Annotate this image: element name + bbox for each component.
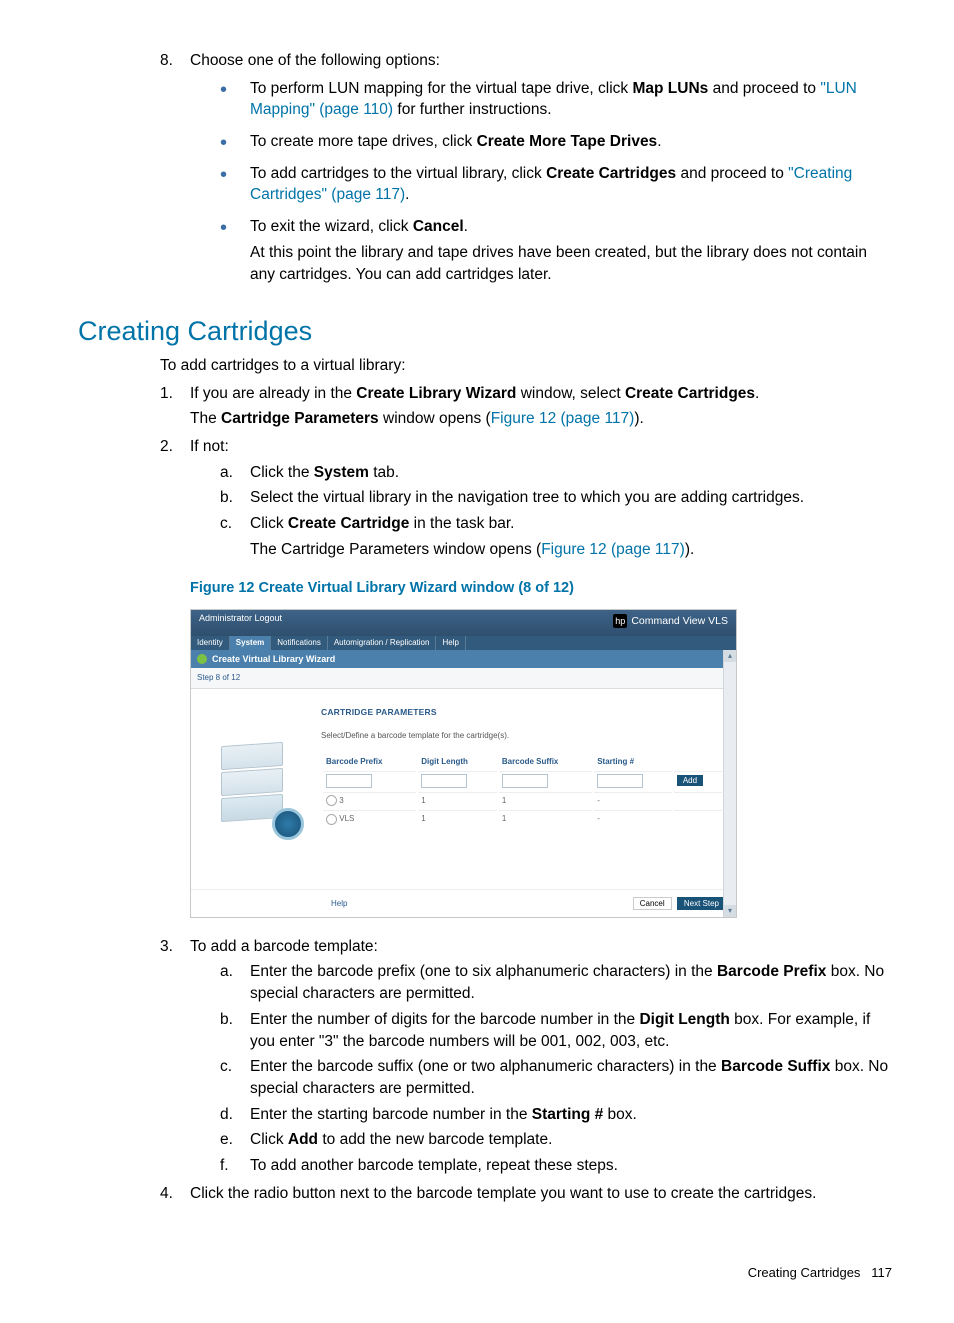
step-2c: c.Click Create Cartridge in the task bar… xyxy=(220,513,894,560)
shot-tabs: Identity System Notifications Automigrat… xyxy=(191,636,736,650)
link-figure-12a[interactable]: Figure 12 (page 117) xyxy=(491,410,635,427)
bullet-create-cartridges: To add cartridges to the virtual library… xyxy=(220,163,894,206)
cancel-button[interactable]: Cancel xyxy=(633,897,672,910)
step-2: 2. If not: a.Click the System tab. b.Sel… xyxy=(160,436,894,560)
link-figure-12b[interactable]: Figure 12 (page 117) xyxy=(541,541,685,558)
step-8: 8. Choose one of the following options: … xyxy=(160,50,894,285)
scroll-down-icon: ▾ xyxy=(724,905,736,917)
tab-system[interactable]: System xyxy=(230,636,271,650)
shot-logout[interactable]: Administrator Logout xyxy=(199,612,282,625)
step-2a: a.Click the System tab. xyxy=(220,462,894,484)
figure-caption: Figure 12 Create Virtual Library Wizard … xyxy=(190,578,894,598)
step-2c-sub: The Cartridge Parameters window opens (F… xyxy=(250,539,894,561)
scrollbar[interactable]: ▴▾ xyxy=(723,650,736,917)
col-suffix: Barcode Suffix xyxy=(499,754,592,769)
template-row-2: VLS 11- xyxy=(323,810,722,826)
wizard-step-label: Step 8 of 12 xyxy=(191,668,736,688)
barcode-suffix-input[interactable] xyxy=(502,774,548,788)
screenshot-figure: Administrator Logout hpCommand View VLS … xyxy=(190,609,737,918)
step-2b: b.Select the virtual library in the navi… xyxy=(220,487,894,509)
bullet-cancel: To exit the wizard, click Cancel. At thi… xyxy=(220,216,894,285)
input-row: Add xyxy=(323,771,722,790)
panel-desc: Select/Define a barcode template for the… xyxy=(321,730,724,741)
step-3a: a.Enter the barcode prefix (one to six a… xyxy=(220,961,894,1004)
step-3b: b.Enter the number of digits for the bar… xyxy=(220,1009,894,1052)
add-button[interactable]: Add xyxy=(677,775,703,786)
step-1: 1. If you are already in the Create Libr… xyxy=(160,383,894,430)
tab-automigration[interactable]: Automigration / Replication xyxy=(328,636,437,650)
template-radio-2[interactable] xyxy=(326,814,337,825)
template-row-1: 3 11- xyxy=(323,792,722,808)
tab-identity[interactable]: Identity xyxy=(191,636,230,650)
section-intro: To add cartridges to a virtual library: xyxy=(160,355,894,377)
next-step-button[interactable]: Next Step xyxy=(677,897,726,910)
step-3f: f.To add another barcode template, repea… xyxy=(220,1155,894,1177)
step-3d: d.Enter the starting barcode number in t… xyxy=(220,1104,894,1126)
step-8-lead: Choose one of the following options: xyxy=(190,52,440,69)
creating-steps: 1. If you are already in the Create Libr… xyxy=(160,383,894,561)
hp-logo-icon: hp xyxy=(613,614,627,628)
wizard-title-bar: Create Virtual Library Wizard xyxy=(191,650,736,669)
col-starting: Starting # xyxy=(594,754,672,769)
step-4: 4. Click the radio button next to the ba… xyxy=(160,1183,894,1205)
starting-number-input[interactable] xyxy=(597,774,643,788)
step-3c: c.Enter the barcode suffix (one or two a… xyxy=(220,1056,894,1099)
bullet-map-luns: To perform LUN mapping for the virtual t… xyxy=(220,78,894,121)
tab-help[interactable]: Help xyxy=(436,636,465,650)
tab-notifications[interactable]: Notifications xyxy=(271,636,328,650)
step-1-sub: The Cartridge Parameters window opens (F… xyxy=(190,408,894,430)
check-icon xyxy=(197,654,207,664)
wizard-graphic xyxy=(191,689,321,889)
barcode-table: Barcode Prefix Digit Length Barcode Suff… xyxy=(321,752,724,829)
barcode-prefix-input[interactable] xyxy=(326,774,372,788)
disc-icon xyxy=(272,808,304,840)
page-footer: Creating Cartridges 117 xyxy=(80,1264,894,1282)
panel-heading: CARTRIDGE PARAMETERS xyxy=(321,707,724,719)
shot-brand: hpCommand View VLS xyxy=(613,614,728,629)
template-radio-1[interactable] xyxy=(326,795,337,806)
digit-length-input[interactable] xyxy=(421,774,467,788)
library-stack-icon xyxy=(216,744,296,834)
step-3e: e.Click Add to add the new barcode templ… xyxy=(220,1129,894,1151)
section-heading: Creating Cartridges xyxy=(78,313,894,351)
bullet-more-drives: To create more tape drives, click Create… xyxy=(220,131,894,153)
col-prefix: Barcode Prefix xyxy=(323,754,416,769)
step-3: 3. To add a barcode template: a.Enter th… xyxy=(160,936,894,1177)
post-figure-steps: 3. To add a barcode template: a.Enter th… xyxy=(160,936,894,1205)
bullet-cancel-note: At this point the library and tape drive… xyxy=(250,242,894,285)
col-digit: Digit Length xyxy=(418,754,497,769)
step-8-list: 8. Choose one of the following options: … xyxy=(160,50,894,285)
help-link[interactable]: Help xyxy=(331,898,347,909)
scroll-up-icon: ▴ xyxy=(724,650,736,662)
